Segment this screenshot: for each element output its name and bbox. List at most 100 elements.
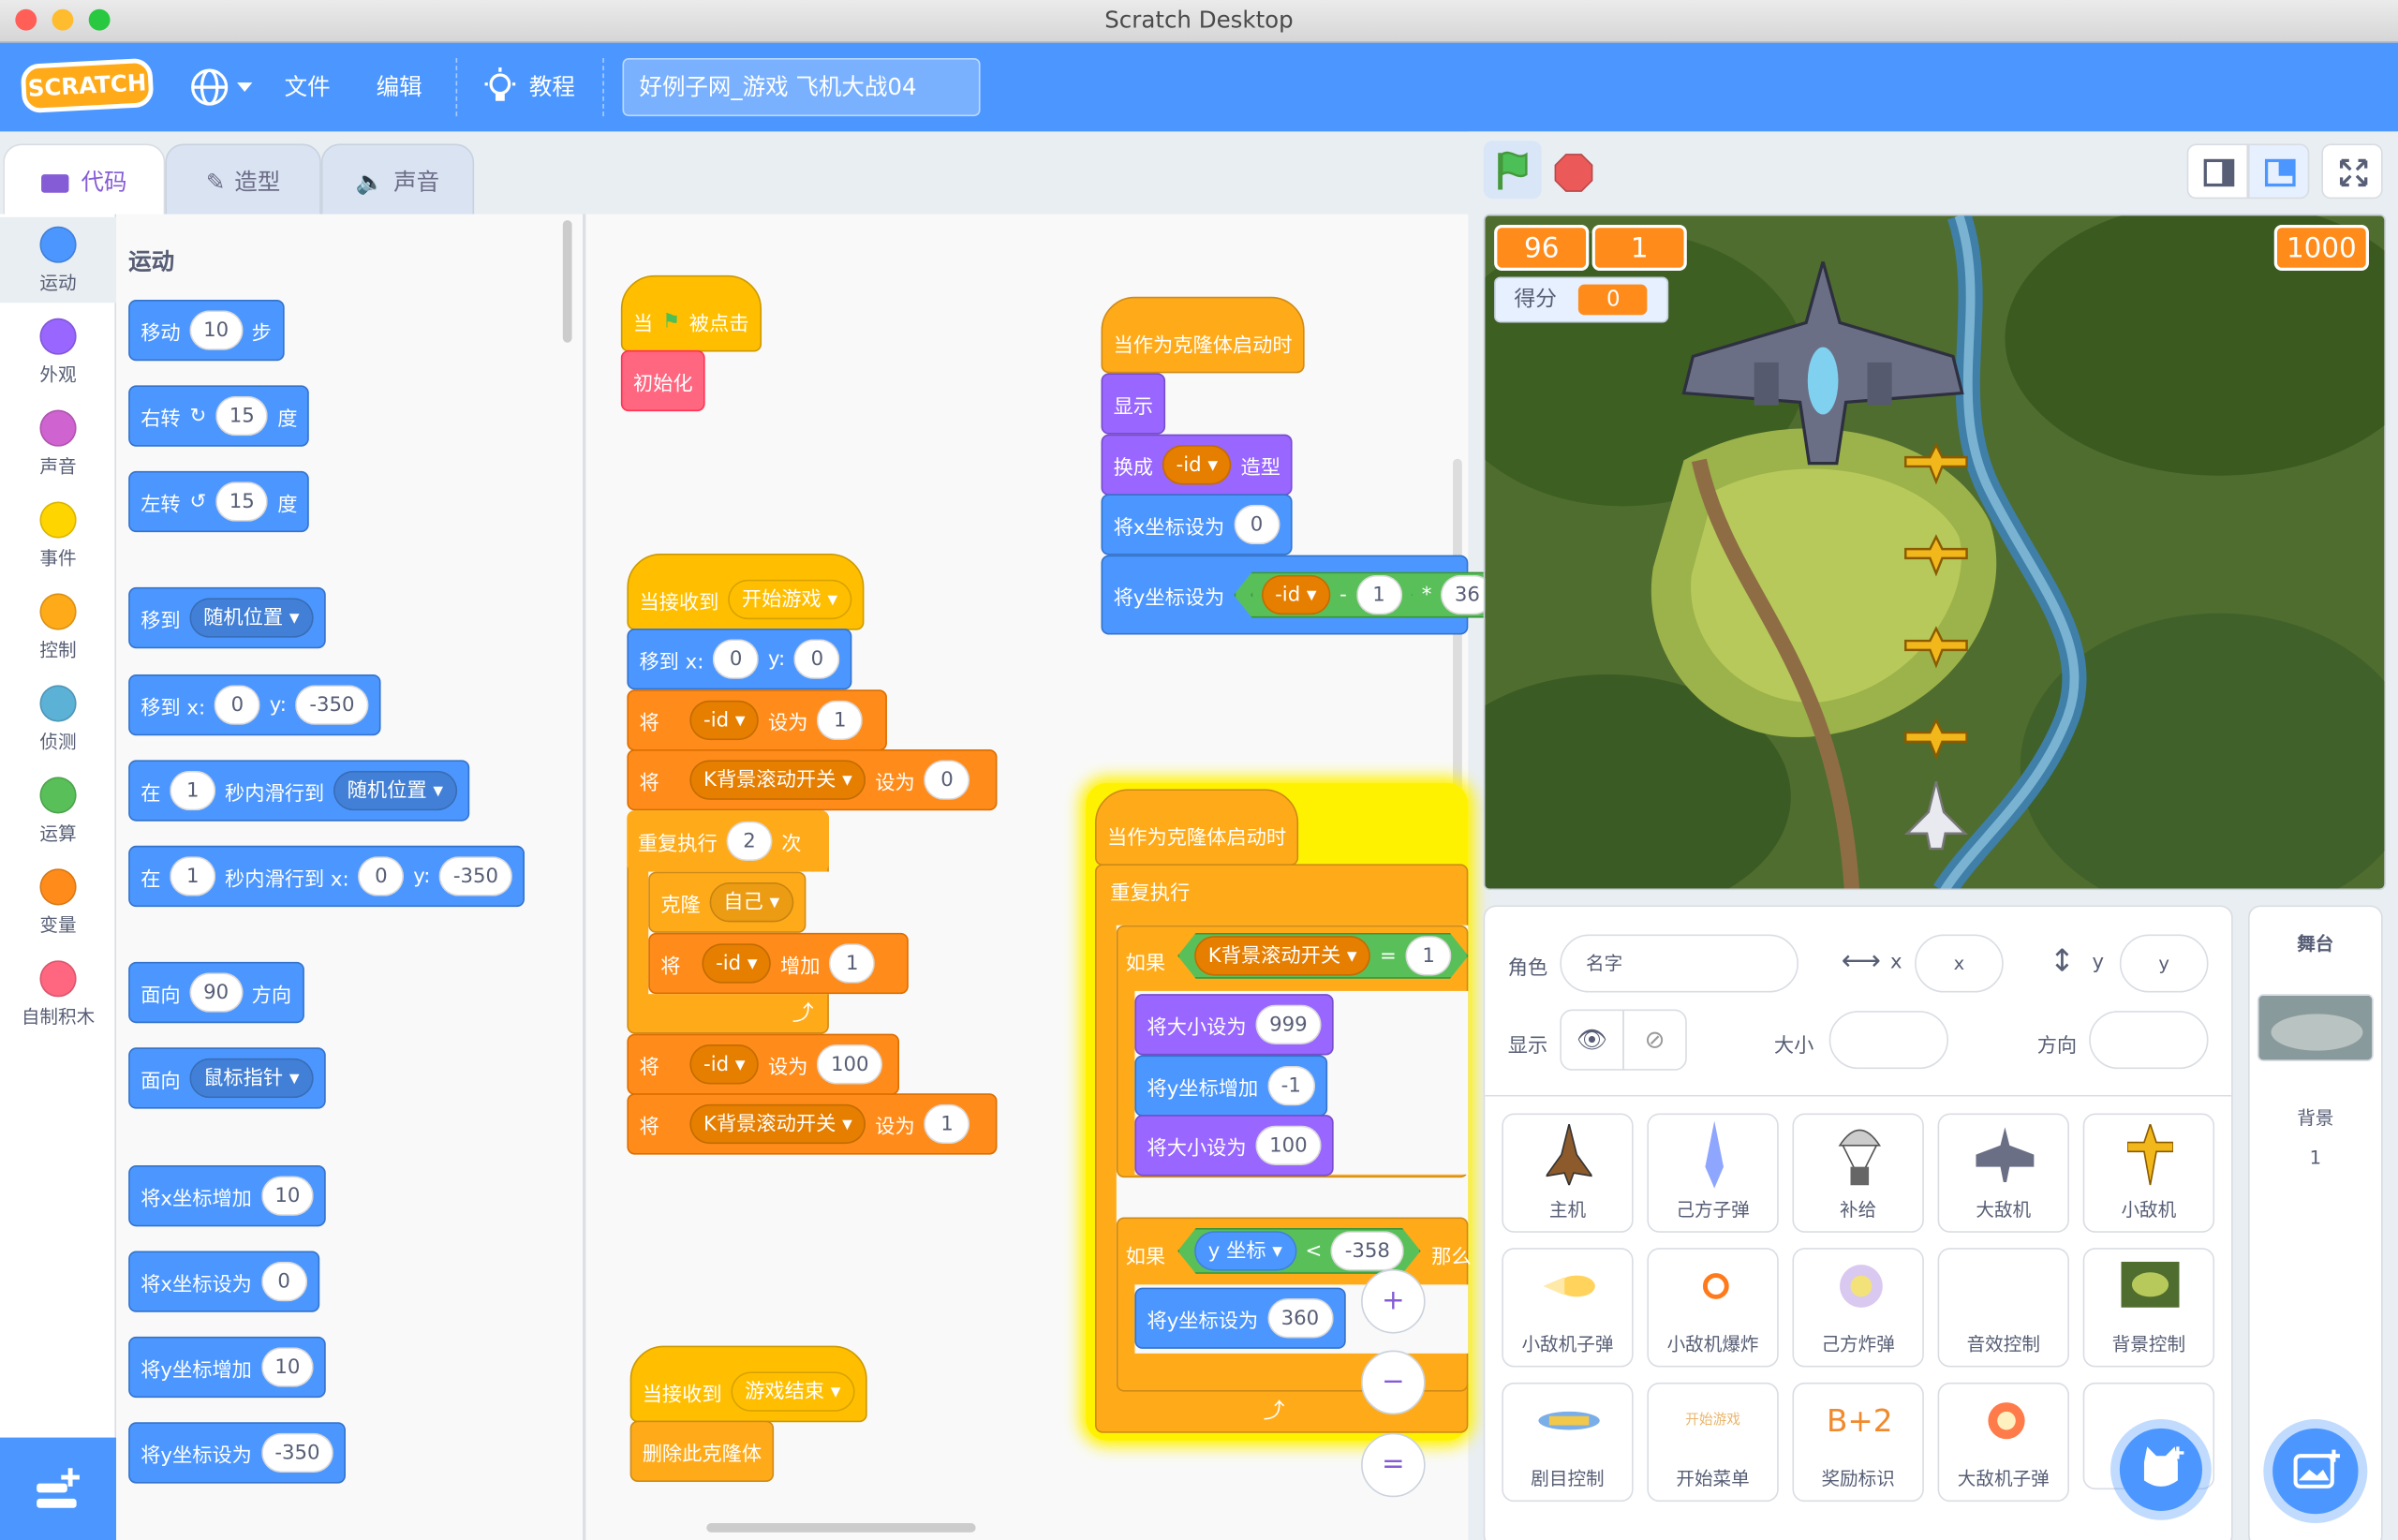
subtract-operator[interactable]: -id-1 [1251,572,1413,618]
size-input[interactable] [1828,1011,1948,1070]
block-delete-clone[interactable]: 删除此克隆体 [629,1420,775,1482]
category-variables[interactable]: 变量 [0,868,116,948]
y-input[interactable]: -350 [439,856,512,896]
block-switch-costume[interactable]: 换成-id造型 [1101,434,1294,496]
backdrop-thumbnail[interactable] [2257,994,2374,1062]
times-input[interactable]: 2 [726,821,773,862]
block-when-receive-end[interactable]: 当接收到 游戏结束 [629,1345,867,1423]
block-turn-right[interactable]: 右转 ↻ 15 度 [128,385,310,447]
block-point-direction[interactable]: 面向 90 方向 [128,961,304,1024]
block-glide[interactable]: 在 1 秒内滑行到 随机位置 [128,760,469,822]
variable-dropdown[interactable]: K背景滚动开关 [689,760,866,800]
sprite-tile[interactable]: 己方炸弹 [1792,1248,1924,1368]
block-when-clone-starts[interactable]: 当作为克隆体启动时 [1101,296,1305,374]
sprite-tile[interactable]: 音效控制 [1937,1248,2069,1368]
direction-input[interactable]: 90 [189,972,243,1013]
steps-input[interactable]: 10 [189,310,243,350]
dx-input[interactable]: 10 [260,1176,315,1216]
tab-costumes[interactable]: ✎ 造型 [165,143,321,216]
x-input[interactable]: 0 [260,1261,307,1302]
direction-input[interactable] [2089,1011,2209,1070]
add-backdrop-button[interactable] [2272,1428,2359,1515]
variable-reporter[interactable]: K背景滚动开关 [1194,936,1370,975]
block-set-size[interactable]: 将大小设为 100 [1134,1115,1334,1177]
degrees-input[interactable]: 15 [215,481,269,522]
block-call-init[interactable]: 初始化 [620,349,705,412]
lessthan-operator[interactable]: y 坐标<-358 [1177,1228,1420,1274]
y-input[interactable]: -350 [260,1432,334,1473]
clone-dropdown[interactable]: 自己 [709,881,793,923]
block-set-y[interactable]: 将y坐标设为 360 [1134,1287,1345,1349]
block-set-x[interactable]: 将x坐标设为 0 [1101,494,1293,555]
fullscreen-button[interactable] [2321,143,2383,200]
stop-button[interactable] [1554,153,1593,199]
block-change-x[interactable]: 将x坐标增加 10 [128,1165,327,1227]
message-dropdown[interactable]: 开始游戏 [728,579,851,620]
block-create-clone[interactable]: 克隆 自己 [648,871,806,933]
id-reporter[interactable]: -id [1261,575,1330,615]
variable-monitor[interactable]: 96 [1494,224,1590,271]
size-input[interactable]: 100 [1255,1125,1322,1166]
sprite-tile[interactable]: 大敌机 [1937,1113,2069,1233]
value-input[interactable]: 1 [1356,575,1402,615]
file-menu[interactable]: 文件 [285,70,331,102]
size-input[interactable]: 999 [1255,1004,1322,1045]
towards-dropdown[interactable]: 鼠标指针 [189,1058,314,1099]
y-input[interactable]: -350 [295,685,369,725]
secs-input[interactable]: 1 [170,770,216,811]
category-sensing[interactable]: 侦测 [0,685,116,764]
dy-input[interactable]: 10 [260,1347,315,1387]
value-input[interactable]: 1 [817,700,864,741]
hide-sprite-button[interactable]: ⊘ [1622,1009,1687,1071]
variable-dropdown[interactable]: K背景滚动开关 [689,1103,866,1145]
workspace-hscrollbar[interactable] [706,1523,976,1533]
sprite-tile[interactable]: 补给 [1792,1113,1924,1233]
small-stage-button[interactable] [2186,143,2248,200]
category-sound[interactable]: 声音 [0,409,116,490]
y-input[interactable]: 360 [1266,1298,1333,1339]
block-set-variable[interactable]: 将K背景滚动开关设为1 [627,1093,998,1155]
secs-input[interactable]: 1 [170,856,216,896]
category-control[interactable]: 控制 [0,593,116,673]
message-dropdown[interactable]: 游戏结束 [731,1371,855,1412]
sprite-tile[interactable]: 小敌机爆炸 [1647,1248,1779,1368]
value-input[interactable]: 100 [817,1044,883,1085]
dy-input[interactable]: -1 [1266,1065,1315,1106]
value-input[interactable]: 1 [1406,936,1452,975]
sprite-tile[interactable]: B+2 奖励标识 [1792,1382,1924,1503]
palette-scrollbar[interactable] [562,220,572,343]
x-input[interactable]: 0 [358,856,405,896]
block-point-towards[interactable]: 面向 鼠标指针 [128,1047,326,1109]
project-title-input[interactable]: 好例子网_游戏 飞机大战04 [622,58,981,117]
y-input[interactable]: 0 [793,639,840,679]
category-motion[interactable]: 运动 [0,226,116,306]
sprite-tile[interactable]: 大敌机子弹 [1937,1382,2069,1503]
large-stage-button[interactable] [2247,143,2310,200]
block-goto[interactable]: 移到 随机位置 [128,586,326,649]
show-sprite-button[interactable]: 👁 [1560,1009,1624,1071]
sprite-name-input[interactable]: 名字 [1560,934,1798,993]
block-change-y[interactable]: 将y坐标增加 10 [128,1336,327,1399]
block-when-flag-clicked[interactable]: 当 ⚑ 被点击 [620,274,762,352]
category-operators[interactable]: 运算 [0,777,116,856]
sprite-tile[interactable]: 小敌机子弹 [1502,1248,1634,1368]
variable-monitor[interactable]: 1 [1591,224,1687,271]
category-myblocks[interactable]: 自制积木 [0,960,116,1040]
degrees-input[interactable]: 15 [215,395,269,437]
zoom-out-button[interactable]: − [1361,1350,1426,1415]
goto-dropdown[interactable]: 随机位置 [189,598,314,638]
language-menu[interactable] [186,65,263,111]
zoom-in-button[interactable]: + [1361,1269,1426,1334]
variable-dropdown[interactable]: -id [689,1044,760,1085]
variable-dropdown[interactable]: -id [702,943,772,984]
block-set-variable[interactable]: 将-id设为1 [627,689,887,751]
sprite-tile[interactable]: 己方子弹 [1647,1113,1779,1233]
block-move-steps[interactable]: 移动 10 步 [128,299,284,362]
stage-canvas[interactable]: 96 1 1000 得分 0 [1483,214,2386,891]
variable-monitor[interactable]: 1000 [2273,224,2369,271]
id-reporter[interactable]: -id [1162,445,1232,485]
sprite-tile[interactable]: 背景控制 [2082,1248,2215,1368]
equals-operator[interactable]: K背景滚动开关=1 [1177,933,1468,979]
tutorials-menu[interactable]: 教程 [529,70,575,102]
edit-menu[interactable]: 编辑 [377,70,422,102]
